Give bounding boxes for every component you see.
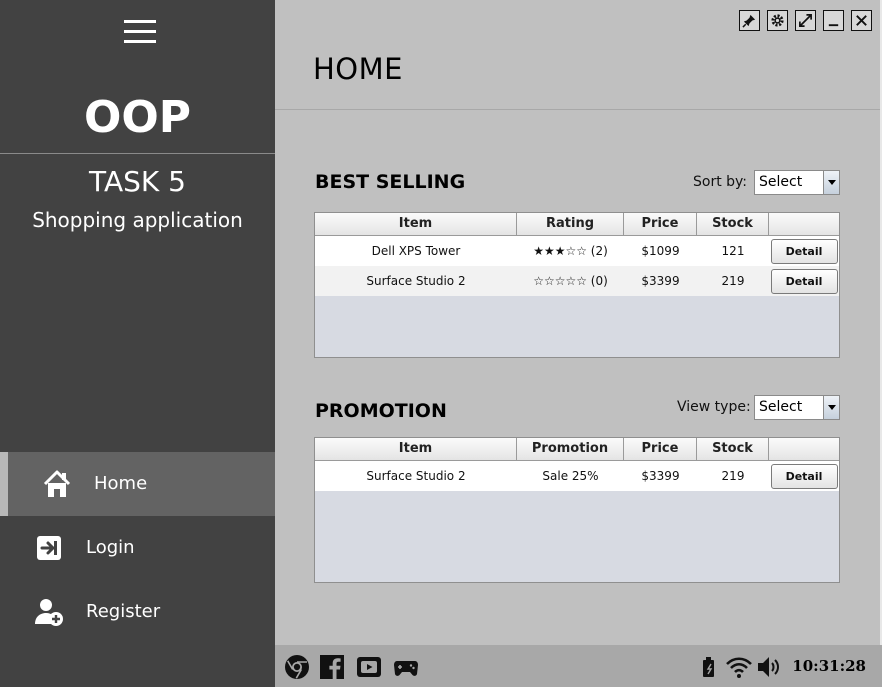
chevron-down-icon[interactable]: [823, 396, 839, 419]
sidebar: OOP TASK 5 Shopping application Home Log…: [0, 0, 275, 687]
cell-action: Detail: [769, 463, 839, 489]
youtube-icon[interactable]: [356, 654, 382, 680]
detail-button[interactable]: Detail: [770, 463, 838, 489]
sort-by-label: Sort by:: [693, 174, 748, 190]
cell-item: Dell XPS Tower: [371, 244, 461, 258]
app-subtitle: Shopping application: [32, 208, 243, 232]
cell-rating: ★★★☆☆ (2): [533, 244, 608, 258]
taskbar: 10:31:28: [275, 645, 882, 687]
column-header-stock[interactable]: Stock: [697, 213, 769, 235]
cell-stock: 121: [721, 244, 745, 258]
task-title: TASK 5: [89, 165, 186, 198]
wifi-icon[interactable]: [726, 654, 752, 680]
column-header-item[interactable]: Item: [315, 213, 517, 235]
sort-by-select[interactable]: Select: [754, 170, 840, 195]
cell-stock: 219: [721, 274, 745, 288]
best-selling-title: BEST SELLING: [315, 171, 466, 193]
cell-price: $3399: [641, 274, 680, 288]
add-user-icon: [35, 599, 63, 626]
cell-item: Surface Studio 2: [366, 469, 466, 483]
clock: 10:31:28: [792, 657, 866, 675]
login-icon: [37, 536, 61, 560]
nav-label-home: Home: [94, 473, 148, 494]
nav-label-login: Login: [86, 537, 135, 558]
column-header-price[interactable]: Price: [624, 438, 697, 460]
maximize-icon[interactable]: [795, 10, 816, 31]
column-header-rating[interactable]: Rating: [517, 213, 624, 235]
window-controls: [739, 10, 872, 31]
cell-item: Surface Studio 2: [366, 274, 466, 288]
nav-item-login[interactable]: Login: [0, 516, 275, 580]
main-panel: HOME BEST SELLING Sort by: Select Item R…: [275, 0, 880, 645]
sort-by-value: Select: [759, 174, 803, 190]
nav-label-register: Register: [86, 601, 161, 622]
promotion-table: Item Promotion Price Stock Surface Studi…: [314, 437, 840, 583]
close-icon[interactable]: [851, 10, 872, 31]
cell-price: $3399: [641, 469, 680, 483]
app-brand: OOP: [83, 92, 192, 143]
gamepad-icon[interactable]: [393, 654, 419, 680]
view-type-value: Select: [759, 399, 803, 415]
cell-rating: ☆☆☆☆☆ (0): [533, 274, 608, 288]
table-row[interactable]: Dell XPS Tower ★★★☆☆ (2) $1099 121 Detai…: [315, 236, 839, 266]
facebook-icon[interactable]: [319, 654, 345, 680]
cell-price: $1099: [641, 244, 680, 258]
table-header: Item Rating Price Stock: [315, 213, 839, 236]
title-divider: [275, 109, 880, 110]
view-type-label: View type:: [677, 399, 751, 415]
promotion-title: PROMOTION: [315, 400, 447, 422]
battery-icon[interactable]: [699, 654, 719, 680]
column-header-promotion[interactable]: Promotion: [517, 438, 624, 460]
best-selling-table: Item Rating Price Stock Dell XPS Tower ★…: [314, 212, 840, 358]
chevron-down-icon[interactable]: [823, 171, 839, 194]
column-header-action: [769, 213, 839, 235]
home-icon: [43, 470, 71, 497]
cell-stock: 219: [721, 469, 745, 483]
column-header-price[interactable]: Price: [624, 213, 697, 235]
minimize-icon[interactable]: [823, 10, 844, 31]
cell-action: Detail: [769, 268, 839, 294]
hamburger-menu-icon[interactable]: [124, 20, 158, 46]
cell-action: Detail: [769, 238, 839, 264]
volume-icon[interactable]: [756, 654, 782, 680]
detail-button[interactable]: Detail: [770, 238, 838, 264]
table-row[interactable]: Surface Studio 2 Sale 25% $3399 219 Deta…: [315, 461, 839, 491]
view-type-select[interactable]: Select: [754, 395, 840, 420]
chrome-icon[interactable]: [284, 654, 310, 680]
nav-item-home[interactable]: Home: [0, 452, 275, 516]
cell-promotion: Sale 25%: [542, 469, 599, 483]
settings-icon[interactable]: [767, 10, 788, 31]
brand-divider: [0, 153, 275, 154]
column-header-stock[interactable]: Stock: [697, 438, 769, 460]
detail-button[interactable]: Detail: [770, 268, 838, 294]
column-header-item[interactable]: Item: [315, 438, 517, 460]
pin-icon[interactable]: [739, 10, 760, 31]
table-header: Item Promotion Price Stock: [315, 438, 839, 461]
column-header-action: [769, 438, 839, 460]
nav-item-register[interactable]: Register: [0, 580, 275, 644]
table-row[interactable]: Surface Studio 2 ☆☆☆☆☆ (0) $3399 219 Det…: [315, 266, 839, 296]
page-title: HOME: [313, 52, 403, 86]
